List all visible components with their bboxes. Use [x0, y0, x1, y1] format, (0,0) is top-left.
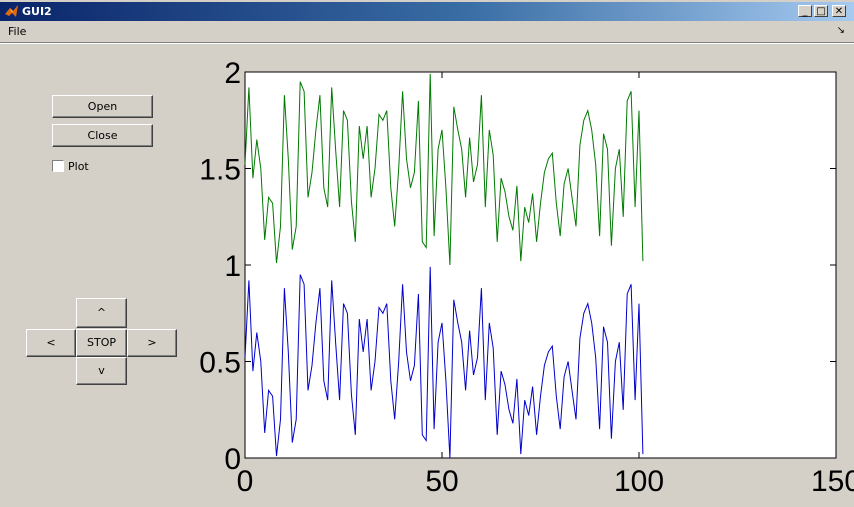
- y-tick-label: 1: [224, 250, 241, 283]
- y-tick-label: 0: [224, 443, 241, 476]
- x-tick-label: 150: [811, 465, 854, 498]
- y-tick-label: 1.5: [199, 154, 241, 187]
- y-tick-label: 2: [224, 57, 241, 90]
- x-tick-label: 100: [614, 465, 664, 498]
- line-chart: 0 50 100 15000.511.52: [199, 57, 854, 498]
- x-tick-label: 50: [425, 465, 458, 498]
- y-tick-label: 0.5: [199, 347, 241, 380]
